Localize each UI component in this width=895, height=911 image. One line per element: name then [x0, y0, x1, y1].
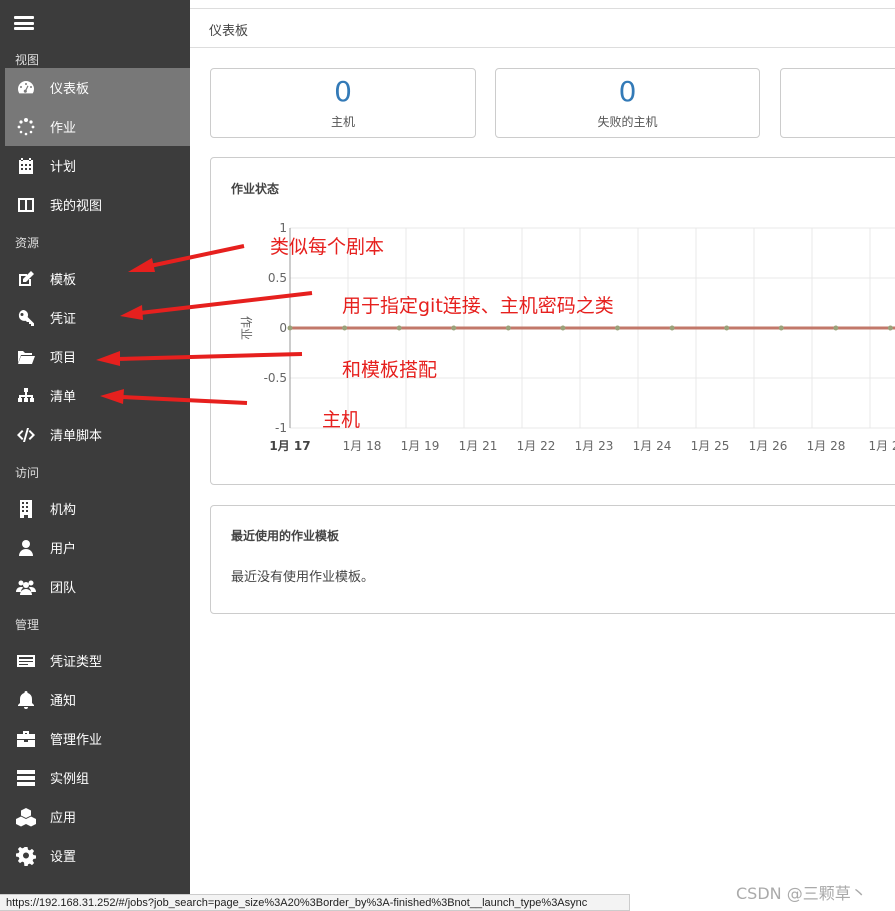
annotation-label: 和模板搭配: [342, 359, 438, 381]
annotation-arrowhead: [128, 258, 155, 272]
annotation-arrows: [96, 244, 313, 405]
watermark: CSDN @三颗草丶: [736, 884, 867, 903]
annotation-arrowhead: [96, 351, 120, 366]
browser-status-url: https://192.168.31.252/#/jobs?job_search…: [0, 894, 630, 911]
annotation-label: 主机: [322, 409, 361, 431]
annotation-arrow: [121, 395, 248, 405]
annotation-arrowhead: [120, 305, 143, 320]
annotation-arrowhead: [100, 389, 124, 404]
annotation-label: 类似每个剧本: [270, 236, 385, 258]
annotation-arrow: [139, 291, 313, 315]
annotation-arrow: [117, 352, 303, 361]
annotation-label: 用于指定git连接、主机密码之类: [342, 295, 614, 317]
annotation-arrow: [149, 244, 245, 268]
